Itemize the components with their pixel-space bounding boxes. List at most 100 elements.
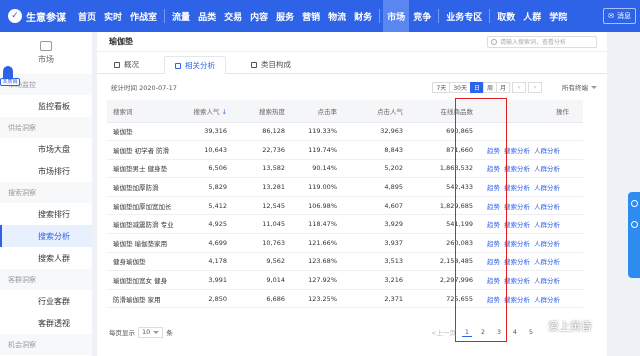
search-analysis-link[interactable]: 搜索分析	[504, 221, 530, 229]
prev-date-icon[interactable]: ‹	[512, 81, 526, 93]
sidebar-item-search-crowd[interactable]: 搜索人群	[0, 247, 92, 269]
col-header-keyword[interactable]: 搜索词	[107, 100, 185, 123]
crowd-analysis-link[interactable]: 人群分析	[534, 165, 560, 173]
next-date-icon[interactable]: ›	[528, 81, 542, 93]
nav-divider	[164, 9, 166, 23]
chat-icon[interactable]	[631, 221, 638, 228]
search-heat-cell: 6,686	[231, 289, 289, 309]
page-3-button[interactable]: 3	[494, 328, 504, 336]
rocket-badge[interactable]: 本质销	[0, 66, 20, 90]
nav-item-competition[interactable]: 竞争	[409, 0, 435, 32]
nav-item-trade[interactable]: 交易	[220, 0, 246, 32]
search-analysis-link[interactable]: 搜索分析	[504, 277, 530, 285]
search-popularity-cell: 4,925	[185, 214, 231, 235]
nav-item-home[interactable]: 首页	[74, 0, 100, 32]
sidebar-item-crowd-perspective[interactable]: 客群透视	[0, 312, 92, 334]
date-30day-button[interactable]: 30天	[449, 81, 471, 93]
page-size-select[interactable]: 10	[138, 326, 164, 338]
search-popularity-cell: 2,850	[185, 289, 231, 309]
breadcrumb: 瑜伽垫	[109, 37, 133, 46]
col-header-search-popularity[interactable]: 搜索人气 ↓	[185, 100, 231, 123]
tab-category-composition[interactable]: 类目构成	[240, 55, 302, 73]
search-analysis-link[interactable]: 搜索分析	[504, 203, 530, 211]
keyword-cell: 健身瑜伽垫	[107, 252, 185, 272]
crowd-analysis-link[interactable]: 人群分析	[534, 277, 560, 285]
page-2-button[interactable]: 2	[478, 328, 488, 336]
nav-item-finance[interactable]: 财务	[350, 0, 376, 32]
nav-item-business-zone[interactable]: 业务专区	[442, 0, 486, 32]
logo[interactable]: ✓ 生意参谋	[8, 9, 66, 24]
crowd-analysis-link[interactable]: 人群分析	[534, 147, 560, 155]
prev-page-button[interactable]: <上一页	[431, 327, 456, 337]
nav-item-warroom[interactable]: 作战室	[126, 0, 161, 32]
date-week-button[interactable]: 周	[482, 81, 497, 93]
sidebar-item-search-rank[interactable]: 搜索排行	[0, 203, 92, 225]
chevron-down-icon	[591, 85, 597, 89]
date-day-button[interactable]: 日	[469, 81, 484, 93]
crowd-analysis-link[interactable]: 人群分析	[534, 221, 560, 229]
nav-divider	[489, 9, 491, 23]
click-popularity-cell: 32,963	[341, 122, 407, 142]
date-month-button[interactable]: 月	[495, 81, 510, 93]
search-heat-cell: 13,281	[231, 177, 289, 197]
search-analysis-link[interactable]: 搜索分析	[504, 240, 530, 248]
search-analysis-link[interactable]: 搜索分析	[504, 147, 530, 155]
search-heat-cell: 9,562	[231, 252, 289, 272]
nav-item-data-fetch[interactable]: 取数	[493, 0, 519, 32]
sidebar-item-market-rank[interactable]: 市场排行	[0, 160, 92, 182]
terminal-select[interactable]: 所有终端	[562, 82, 597, 92]
col-header-click-popularity[interactable]: 点击人气	[341, 100, 407, 123]
sidebar-item-market-overview[interactable]: 市场大盘	[0, 138, 92, 160]
page-4-button[interactable]: 4	[510, 328, 520, 336]
floating-tools[interactable]	[628, 192, 640, 278]
bell-icon[interactable]	[631, 200, 638, 207]
search-analysis-link[interactable]: 搜索分析	[504, 296, 530, 304]
wechat-icon	[530, 320, 544, 332]
ctr-cell: 123.25%	[289, 289, 341, 309]
tab-overview[interactable]: 概况	[103, 55, 150, 73]
col-header-ctr[interactable]: 点击率	[289, 100, 341, 123]
link-icon	[175, 62, 181, 69]
search-analysis-link[interactable]: 搜索分析	[504, 258, 530, 266]
nav-item-logistics[interactable]: 物流	[324, 0, 350, 32]
sidebar-item-monitor-board[interactable]: 监控看板	[0, 95, 92, 117]
sidebar: 市场 市场监控 监控看板 供给洞察 市场大盘 市场排行 搜索洞察 搜索排行 搜索…	[0, 32, 92, 356]
search-heat-cell: 9,014	[231, 270, 289, 290]
click-popularity-cell: 8,843	[341, 140, 407, 160]
search-analysis-link[interactable]: 搜索分析	[504, 184, 530, 192]
tab-related-analysis[interactable]: 相关分析	[164, 56, 226, 74]
nav-item-academy[interactable]: 学院	[545, 0, 571, 32]
nav-item-realtime[interactable]: 实时	[100, 0, 126, 32]
page-1-button[interactable]: 1	[462, 328, 472, 337]
nav-item-category[interactable]: 品类	[194, 0, 220, 32]
search-heat-cell: 13,582	[231, 159, 289, 179]
crowd-analysis-link[interactable]: 人群分析	[534, 184, 560, 192]
nav-item-marketing[interactable]: 营销	[298, 0, 324, 32]
sidebar-item-industry-crowd[interactable]: 行业客群	[0, 290, 92, 312]
table-row: 瑜伽垫加厚防滑 5,829 13,281 119.00% 4,895 542,433 趋势搜…	[107, 177, 583, 197]
sort-desc-icon: ↓	[221, 107, 227, 116]
date-7day-button[interactable]: 7天	[432, 81, 451, 93]
nav-item-crowd[interactable]: 人群	[519, 0, 545, 32]
tab-bar: 概况 相关分析 类目构成	[97, 52, 607, 74]
nav-item-service[interactable]: 服务	[272, 0, 298, 32]
sidebar-item-search-analysis[interactable]: 搜索分析	[0, 225, 92, 247]
nav-item-content[interactable]: 内容	[246, 0, 272, 32]
col-header-search-heat[interactable]: 搜索热度	[231, 100, 289, 123]
search-popularity-cell: 10,643	[185, 140, 231, 160]
crowd-analysis-link[interactable]: 人群分析	[534, 296, 560, 304]
table-row: 健身瑜伽垫 4,178 9,562 123.68% 3,513 2,158,485 趋势 搜索…	[107, 252, 583, 272]
search-input[interactable]: 请输入搜索词，查看分析	[487, 35, 597, 48]
crowd-analysis-link[interactable]: 人群分析	[534, 203, 560, 211]
crowd-analysis-link[interactable]: 人群分析	[534, 240, 560, 248]
ctr-cell: 106.98%	[289, 196, 341, 216]
table-row: 瑜伽垫加厚加宽加长 5,412 12,545 106.98% 4,607 1,829,68…	[107, 196, 583, 216]
message-button[interactable]: ✉ 消息	[603, 8, 636, 24]
chevron-down-icon	[153, 330, 160, 334]
crowd-analysis-link[interactable]: 人群分析	[534, 258, 560, 266]
nav-item-traffic[interactable]: 流量	[168, 0, 194, 32]
nav-item-market[interactable]: 市场	[383, 0, 410, 32]
ctr-cell: 123.68%	[289, 252, 341, 272]
search-analysis-link[interactable]: 搜索分析	[504, 165, 530, 173]
logo-icon: ✓	[8, 9, 22, 23]
